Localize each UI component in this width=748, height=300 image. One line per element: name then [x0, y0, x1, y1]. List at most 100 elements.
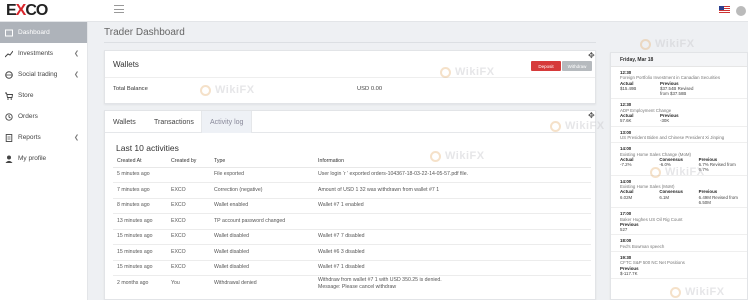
event-values: Actual 6.02M Consensus 6.1M Previous 6.49M Re… — [620, 189, 738, 205]
table-row: 15 minutes ago EXCO Wallet disabled Wallet … — [113, 228, 591, 245]
tab-wallets[interactable]: Wallets — [105, 111, 144, 133]
table-cell: You — [167, 275, 210, 291]
user-avatar[interactable] — [736, 6, 746, 16]
table-cell: Correction (negative) — [210, 182, 314, 198]
tab-activity-log[interactable]: Activity log — [201, 111, 253, 133]
event-value-column: Previous -30K — [660, 113, 700, 124]
page-title: Trader Dashboard — [104, 27, 185, 38]
table-cell: TP account password changed — [210, 213, 314, 229]
tab-transactions[interactable]: Transactions — [146, 111, 202, 133]
event-value-column: Actual $15.49B — [620, 81, 660, 97]
event-value: 527 — [620, 227, 628, 233]
calendar-event[interactable]: 12:30 Foreign Portfolio Investment in Can… — [611, 67, 747, 100]
table-cell: 15 minutes ago — [113, 259, 167, 276]
table-cell: 15 minutes ago — [113, 228, 167, 245]
withdraw-button[interactable]: Withdraw — [562, 61, 592, 71]
globe-icon — [5, 70, 13, 79]
sidebar-item-my-profile[interactable]: My profile — [0, 148, 87, 169]
calendar-event[interactable]: 13:00 US President Biden and Chinese Pres… — [611, 127, 747, 144]
sidebar-item-investments[interactable]: Investments ❮ — [0, 43, 87, 64]
activity-card: Wallets Transactions Activity log Last 1… — [104, 110, 596, 300]
event-value: 6.49M Revised from 6.50M — [698, 194, 738, 205]
event-value-column: Previous 6.49M Revised from 6.50M — [699, 189, 738, 205]
table-cell — [167, 166, 210, 183]
event-value: $-117.7K — [620, 270, 638, 276]
column-header: Type — [210, 155, 314, 168]
sidebar-item-dashboard[interactable]: Dashboard — [0, 22, 87, 43]
event-value: 6.1M — [659, 194, 670, 200]
user-icon — [5, 155, 13, 163]
cart-icon — [5, 92, 13, 100]
event-values: Previous $-117.7K — [620, 266, 738, 277]
exco-logo[interactable]: EXCO — [6, 2, 48, 20]
chevron-left-icon: ❮ — [73, 72, 79, 78]
table-cell: EXCO — [167, 259, 210, 276]
table-cell: 5 minutes ago — [113, 166, 167, 183]
divider — [105, 77, 595, 78]
sidebar-item-store[interactable]: Store — [0, 85, 87, 106]
calendar-event[interactable]: 17:00 Baker Hughes US Oil Rig Count Previo… — [611, 208, 747, 236]
move-handle-icon[interactable]: ✥ — [588, 111, 595, 120]
column-header: Created At — [113, 155, 167, 168]
event-value: 57.6K — [620, 118, 632, 124]
event-value-column: Actual 57.6K — [620, 113, 660, 124]
top-bar: EXCO — [0, 0, 748, 22]
table-cell: EXCO — [167, 213, 210, 229]
calendar-event[interactable]: 19:30 CFTC S&P 500 NC Net Positions Previo… — [611, 252, 747, 280]
deposit-button[interactable]: Deposit — [531, 61, 561, 71]
event-value: $37.54B Revised from $37.58B — [660, 85, 694, 97]
chevron-left-icon: ❮ — [73, 51, 79, 57]
sidebar-item-reports[interactable]: Reports ❮ — [0, 127, 87, 148]
event-name: Fed's Bowman speech — [620, 243, 665, 249]
event-value: -7.2% — [620, 162, 632, 168]
table-cell: Wallet disabled — [210, 228, 314, 245]
event-values: Actual 57.6K Previous -30K — [620, 113, 738, 124]
table-cell: EXCO — [167, 197, 210, 214]
table-row: 15 minutes ago EXCO Wallet disabled Wallet … — [113, 259, 591, 276]
table-cell: EXCO — [167, 182, 210, 198]
table-cell: Withdrawal denied — [210, 275, 314, 291]
sidebar-item-label: Social trading — [18, 71, 58, 78]
sidebar-item-label: My profile — [18, 155, 47, 162]
watermark: WikiFX — [670, 286, 725, 298]
total-balance-label: Total Balance — [113, 86, 148, 92]
calendar-event[interactable]: 14:00 Existing Home Sales (MoM) Actual 6.02… — [611, 176, 747, 209]
watermark: WikiFX — [200, 84, 255, 96]
table-row: 15 minutes ago EXCO Wallet disabled Wallet … — [113, 244, 591, 260]
table-cell: Wallet disabled — [210, 259, 314, 276]
table-cell: 15 minutes ago — [113, 244, 167, 260]
wallets-card: Wallets Deposit Withdraw Total Balance U… — [104, 50, 596, 104]
table-cell: 2 months ago — [113, 275, 167, 291]
total-balance-value: USD 0.00 — [357, 86, 383, 92]
table-cell: Wallet #7 7 disabled — [314, 228, 591, 245]
watermark: WikiFX — [430, 150, 485, 162]
table-cell: 7 minutes ago — [113, 182, 167, 198]
table-row: 13 minutes ago EXCO TP account password ch… — [113, 213, 591, 229]
history-icon — [5, 112, 13, 121]
sidebar-item-label: Dashboard — [18, 29, 50, 36]
chevron-left-icon: ❮ — [73, 135, 79, 141]
event-value-column: Actual 6.02M — [620, 189, 659, 205]
move-handle-icon[interactable]: ✥ — [588, 51, 595, 60]
table-cell: Wallet #7 1 disabled — [314, 259, 591, 276]
menu-toggle-icon[interactable] — [114, 5, 124, 13]
event-values: Actual $15.49B Previous $37.54B Revised fro… — [620, 81, 738, 97]
calendar-event[interactable]: 18:00 Fed's Bowman speech — [611, 235, 747, 253]
table-cell: Wallet disabled — [210, 244, 314, 260]
sidebar-item-orders[interactable]: Orders — [0, 106, 87, 127]
event-value-column: Previous 527 — [620, 222, 660, 233]
calendar-date: Friday, Mar 18 — [611, 53, 747, 67]
event-values: Previous 527 — [620, 222, 738, 233]
sidebar-item-social-trading[interactable]: Social trading ❮ — [0, 64, 87, 85]
watermark: WikiFX — [440, 66, 495, 78]
watermark: WikiFX — [650, 166, 705, 178]
table-cell: Amount of USD 1 32 was withdrawn from wa… — [314, 182, 591, 198]
table-cell — [314, 213, 591, 229]
table-cell: Wallet #6 3 disabled — [314, 244, 591, 260]
event-value-column: Consensus 6.1M — [659, 189, 698, 205]
table-cell: EXCO — [167, 228, 210, 245]
table-cell: File exported — [210, 166, 314, 183]
divider — [104, 42, 596, 43]
us-flag-icon[interactable] — [719, 6, 730, 14]
calendar-event[interactable]: 12:30 ADP Employment Change Actual 57.6K Pre… — [611, 99, 747, 127]
